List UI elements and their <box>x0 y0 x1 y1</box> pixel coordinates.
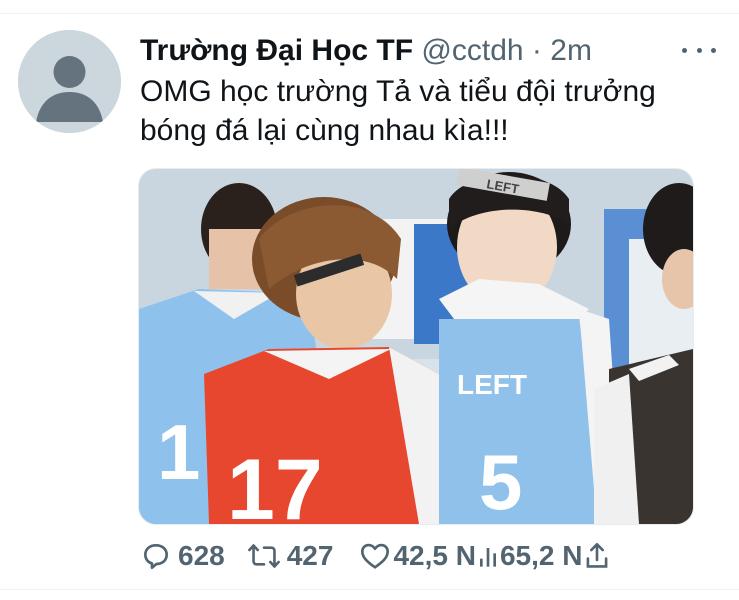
jersey-text-blue: LEFT <box>457 369 527 400</box>
retweet-icon <box>247 544 280 568</box>
reply-count: 628 <box>178 540 225 571</box>
retweet-count: 427 <box>286 540 334 571</box>
tweet-media-photo[interactable]: 1 17 LEFT LEFT 5 <box>138 168 694 525</box>
jersey-number-left: 1 <box>157 408 200 496</box>
tweet-text-line: bóng đá lại cùng nhau kìa!!! <box>140 114 509 147</box>
user-handle[interactable]: @cctdh <box>421 34 523 67</box>
photo-illustration: 1 17 LEFT LEFT 5 <box>139 169 693 524</box>
jersey-number-red: 17 <box>227 442 323 524</box>
retweet-button[interactable]: 427 <box>247 540 334 572</box>
top-divider <box>0 13 739 14</box>
share-button[interactable] <box>584 540 610 572</box>
separator-dot: · <box>531 34 542 67</box>
display-name[interactable]: Trường Đại Học TF <box>140 34 413 67</box>
views-button[interactable]: 65,2 N <box>478 540 583 572</box>
avatar[interactable] <box>18 30 121 133</box>
tweet-text-line: OMG học trường Tả và tiểu đội trưởng <box>140 75 656 108</box>
share-icon <box>587 543 608 568</box>
svg-text:5: 5 <box>479 438 522 524</box>
reply-button[interactable]: 628 <box>140 540 225 572</box>
like-count: 42,5 N <box>393 540 476 571</box>
tweet-text: OMG học trường Tả và tiểu đội trưởng bón… <box>140 72 720 150</box>
timestamp[interactable]: 2m <box>550 34 592 67</box>
more-dots-icon[interactable] <box>682 40 716 60</box>
analytics-icon <box>479 548 496 567</box>
views-count: 65,2 N <box>499 540 583 571</box>
heart-icon <box>361 543 390 569</box>
reply-icon <box>144 544 168 570</box>
like-button[interactable]: 42,5 N <box>359 540 476 572</box>
default-avatar-icon <box>18 30 121 133</box>
bottom-divider <box>0 589 739 590</box>
tweet-actions: 628 427 42,5 N 65,2 N <box>140 538 610 574</box>
tweet-header: Trường Đại Học TF @cctdh · 2m <box>140 34 592 68</box>
